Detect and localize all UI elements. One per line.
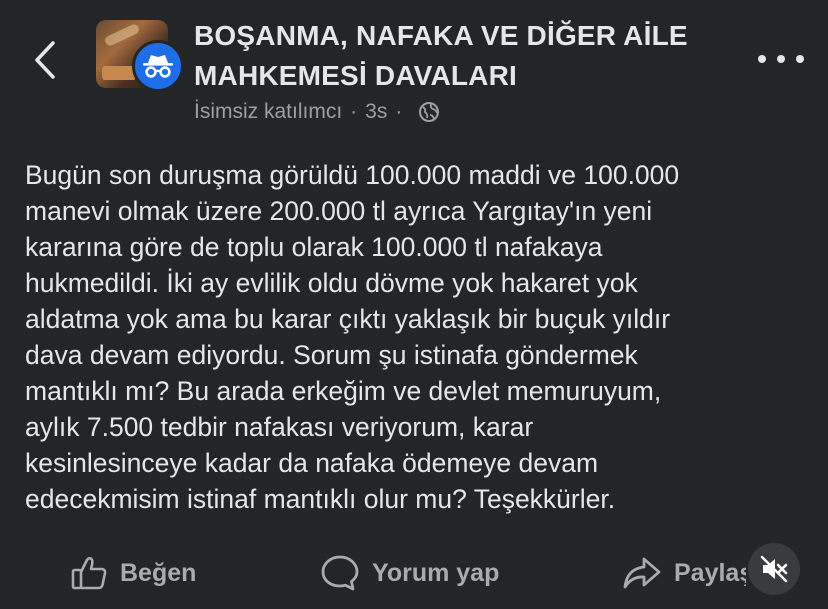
comment-bubble-icon	[320, 553, 360, 593]
incognito-icon	[143, 55, 173, 78]
group-title[interactable]: BOŞANMA, NAFAKA VE DİĞER AİLE MAHKEMESİ D…	[194, 16, 754, 96]
more-dot	[777, 55, 785, 63]
like-button[interactable]: Beğen	[70, 548, 196, 598]
back-button[interactable]	[28, 38, 62, 82]
group-avatar-highlight	[103, 22, 141, 48]
muted-speaker-icon	[760, 555, 788, 583]
group-title-line-1: BOŞANMA, NAFAKA VE DİĞER AİLE	[194, 20, 688, 51]
meta-separator: ·	[350, 100, 358, 123]
globe-icon	[418, 101, 440, 123]
share-button[interactable]: Paylaş	[622, 548, 746, 598]
post-actions-bar: Beğen Yorum yap Paylaş	[0, 548, 828, 598]
share-label: Paylaş	[674, 558, 746, 587]
post-text: Bugün son duruşma görüldü 100.000 maddi …	[25, 160, 680, 514]
meta-separator: ·	[395, 100, 403, 123]
comment-button[interactable]: Yorum yap	[320, 548, 499, 598]
more-options-button[interactable]	[758, 44, 804, 74]
comment-label: Yorum yap	[372, 558, 500, 587]
group-avatar-gavel-block	[102, 66, 136, 80]
mute-toggle-button[interactable]	[748, 543, 800, 595]
more-dot	[758, 55, 766, 63]
author-name[interactable]: İsimsiz katılımcı	[194, 100, 342, 124]
avatar-group[interactable]	[96, 20, 188, 92]
anonymous-participant-avatar[interactable]	[132, 40, 184, 92]
post-meta: İsimsiz katılımcı · 3s ·	[194, 99, 440, 125]
share-arrow-icon	[622, 555, 662, 591]
post-time[interactable]: 3s	[365, 100, 387, 124]
thumbs-up-icon	[70, 555, 108, 591]
chevron-left-icon	[35, 41, 55, 79]
like-label: Beğen	[120, 558, 197, 587]
more-dot	[796, 55, 804, 63]
group-title-line-2: MAHKEMESİ DAVALARI	[194, 60, 518, 91]
